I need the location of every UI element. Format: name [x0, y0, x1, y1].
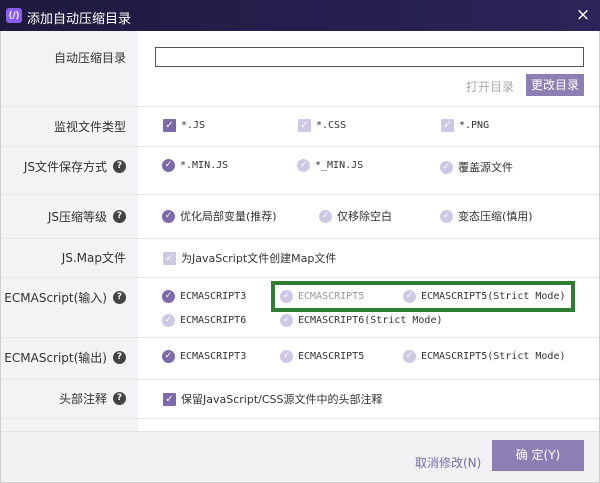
close-button[interactable]: ×: [574, 6, 592, 24]
radio-icon: ✓: [403, 350, 416, 363]
save-label: JS文件保存方式?: [1, 156, 138, 176]
help-icon[interactable]: ?: [113, 209, 126, 223]
help-icon[interactable]: ?: [113, 391, 126, 405]
path-input[interactable]: [155, 47, 584, 67]
help-icon[interactable]: ?: [113, 290, 126, 304]
checkbox-checked-icon: ✓: [163, 392, 176, 406]
save-min-underscore-radio[interactable]: ✓ *_MIN.JS: [297, 159, 363, 172]
window-title: 添加自动压缩目录: [27, 12, 132, 27]
level-optimize-radio[interactable]: ✓ 优化局部变量(推荐): [162, 208, 277, 224]
divider: [1, 277, 599, 278]
radio-selected-icon: ✓: [162, 290, 175, 303]
ecma-out-es5-strict-radio[interactable]: ✓ ECMASCRIPT5(Strict Mode): [403, 350, 566, 363]
title-bar: ⟨/⟩ 添加自动压缩目录 ×: [0, 0, 600, 31]
watch-png-checkbox[interactable]: ✓ *.PNG: [441, 119, 489, 132]
checkbox-checked-icon: ✓: [441, 119, 454, 132]
save-min-dot-radio[interactable]: ✓ *.MIN.JS: [162, 159, 228, 172]
radio-icon: ✓: [280, 314, 293, 327]
level-aggressive-radio[interactable]: ✓ 变态压缩(慎用): [440, 208, 533, 224]
radio-icon: ✓: [319, 209, 332, 223]
radio-selected-icon: ✓: [162, 209, 175, 223]
ecma-out-label: ECMAScript(输出)?: [1, 347, 138, 367]
path-label: 自动压缩目录: [53, 50, 126, 65]
ok-button[interactable]: 确 定(Y): [492, 440, 584, 471]
checkbox-checked-icon: ✓: [163, 119, 176, 132]
change-dir-button[interactable]: 更改目录: [526, 74, 584, 96]
checkbox-checked-icon: ✓: [298, 119, 311, 132]
header-label: 头部注释?: [1, 388, 138, 408]
ecma-out-es3-radio[interactable]: ✓ ECMASCRIPT3: [162, 350, 246, 363]
watch-label: 监视文件类型: [53, 119, 126, 134]
app-icon: ⟨/⟩: [6, 8, 22, 23]
divider: [1, 379, 599, 380]
radio-icon: ✓: [440, 209, 453, 223]
radio-icon: ✓: [162, 314, 175, 327]
divider: [1, 418, 599, 419]
checkbox-checked-icon: ✓: [163, 251, 176, 265]
watch-css-checkbox[interactable]: ✓ *.CSS: [298, 119, 346, 132]
cancel-button[interactable]: 取消修改(N): [415, 454, 481, 471]
header-comment-checkbox[interactable]: ✓ 保留JavaScript/CSS源文件中的头部注释: [163, 391, 383, 407]
level-label: JS压缩等级?: [1, 206, 138, 226]
radio-icon: ✓: [440, 160, 453, 174]
ecma-in-es3-radio[interactable]: ✓ ECMASCRIPT3: [162, 290, 246, 303]
map-label: JS.Map文件: [61, 250, 126, 265]
map-checkbox[interactable]: ✓ 为JavaScript文件创建Map文件: [163, 250, 336, 266]
divider: [1, 106, 599, 107]
radio-selected-icon: ✓: [162, 159, 175, 172]
highlight-box: [271, 281, 575, 312]
divider: [1, 146, 599, 147]
level-whitespace-radio[interactable]: ✓ 仅移除空白: [319, 208, 392, 224]
divider: [1, 337, 599, 338]
open-dir-link[interactable]: 打开目录: [466, 78, 514, 95]
radio-icon: ✓: [297, 159, 310, 172]
ecma-out-es5-radio[interactable]: ✓ ECMASCRIPT5: [280, 350, 364, 363]
watch-js-checkbox[interactable]: ✓ *.JS: [163, 119, 205, 132]
radio-selected-icon: ✓: [162, 350, 175, 363]
divider: [1, 194, 599, 195]
divider: [1, 238, 599, 239]
help-icon[interactable]: ?: [113, 350, 126, 364]
help-icon[interactable]: ?: [113, 159, 126, 173]
radio-icon: ✓: [280, 350, 293, 363]
ecma-in-es6-radio[interactable]: ✓ ECMASCRIPT6: [162, 314, 246, 327]
ecma-in-es6-strict-radio[interactable]: ✓ ECMASCRIPT6(Strict Mode): [280, 314, 443, 327]
label-column: [1, 31, 138, 431]
ecma-in-label: ECMAScript(输入)?: [1, 287, 138, 307]
save-overwrite-radio[interactable]: ✓ 覆盖源文件: [440, 159, 513, 175]
